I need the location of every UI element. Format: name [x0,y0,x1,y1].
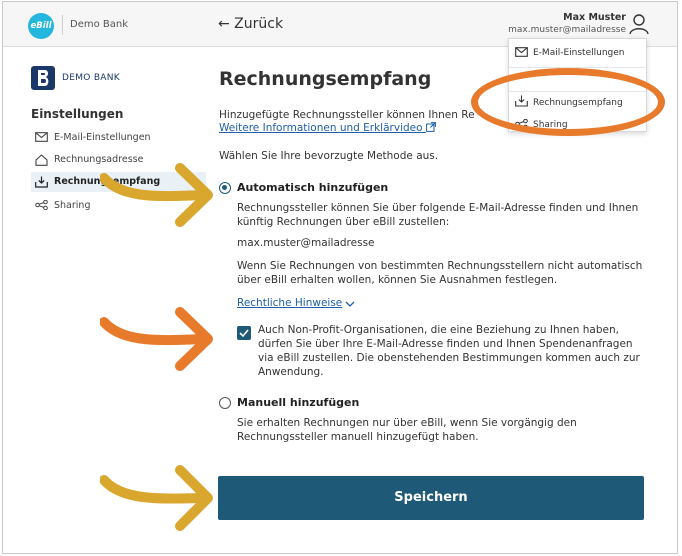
intro-text: Hinzugefügte Rechnungssteller können Ihn… [219,109,475,121]
user-email: max.muster@mailadresse [508,25,626,35]
chevron-down-icon[interactable] [345,301,355,308]
choose-method-text: Wählen Sie Ihre bevorzugte Methode aus. [219,150,439,162]
user-icon[interactable] [629,13,649,35]
save-button[interactable]: Speichern [218,476,644,520]
annotation-arrow-icon [100,307,213,371]
nonprofit-checkbox[interactable] [237,326,251,340]
radio-auto-add[interactable] [219,182,231,194]
legal-notes-link[interactable]: Rechtliche Hinweise [237,297,342,309]
email-address: max.muster@mailadresse [237,237,375,249]
annotation-highlight-ring [471,68,665,136]
option-auto-title[interactable]: Automatisch hinzufügen [237,181,388,194]
info-video-link[interactable]: Weitere Informationen und Erklärvideo [219,122,436,134]
demo-bank-logo-icon [31,66,55,90]
mail-icon [35,132,48,142]
inbox-tray-icon [35,176,48,188]
dropdown-item-email-settings[interactable]: E-Mail-Einstellungen [515,47,624,58]
info-video-link-label: Weitere Informationen und Erklärvideo [219,122,423,134]
dropdown-item-label: E-Mail-Einstellungen [533,48,625,58]
bank-name: Demo Bank [70,19,129,30]
home-icon [35,154,48,166]
external-link-icon [425,122,436,132]
sidebar-item-email-settings[interactable]: E-Mail-Einstellungen [31,128,206,148]
mail-icon [515,47,528,57]
exceptions-description: Wenn Sie Rechnungen von bestimmten Rechn… [237,260,643,286]
option-auto-description: Rechnungssteller können Sie über folgend… [237,202,639,228]
annotation-arrow-icon [100,163,213,227]
back-link[interactable]: ← Zurück [218,16,283,32]
sidebar-item-label: E-Mail-Einstellungen [54,132,151,143]
sidebar-item-label: Sharing [54,200,91,211]
divider [62,15,63,35]
option-manual-description: Sie erhalten Rechnungen nur über eBill, … [237,417,577,443]
page-title: Rechnungsempfang [219,68,432,90]
option-manual-title[interactable]: Manuell hinzufügen [237,396,359,409]
share-icon [35,200,48,210]
user-name[interactable]: Max Muster [563,12,626,23]
ebill-logo[interactable]: eBill [28,13,54,39]
annotation-arrow-icon [100,465,213,531]
radio-manual-add[interactable] [219,397,231,409]
sidebar-bank-name: DEMO BANK [62,73,120,83]
checkmark-icon [239,329,249,338]
sidebar-title: Einstellungen [31,107,124,121]
nonprofit-description: Auch Non-Profit-Organisationen, die eine… [258,324,640,378]
